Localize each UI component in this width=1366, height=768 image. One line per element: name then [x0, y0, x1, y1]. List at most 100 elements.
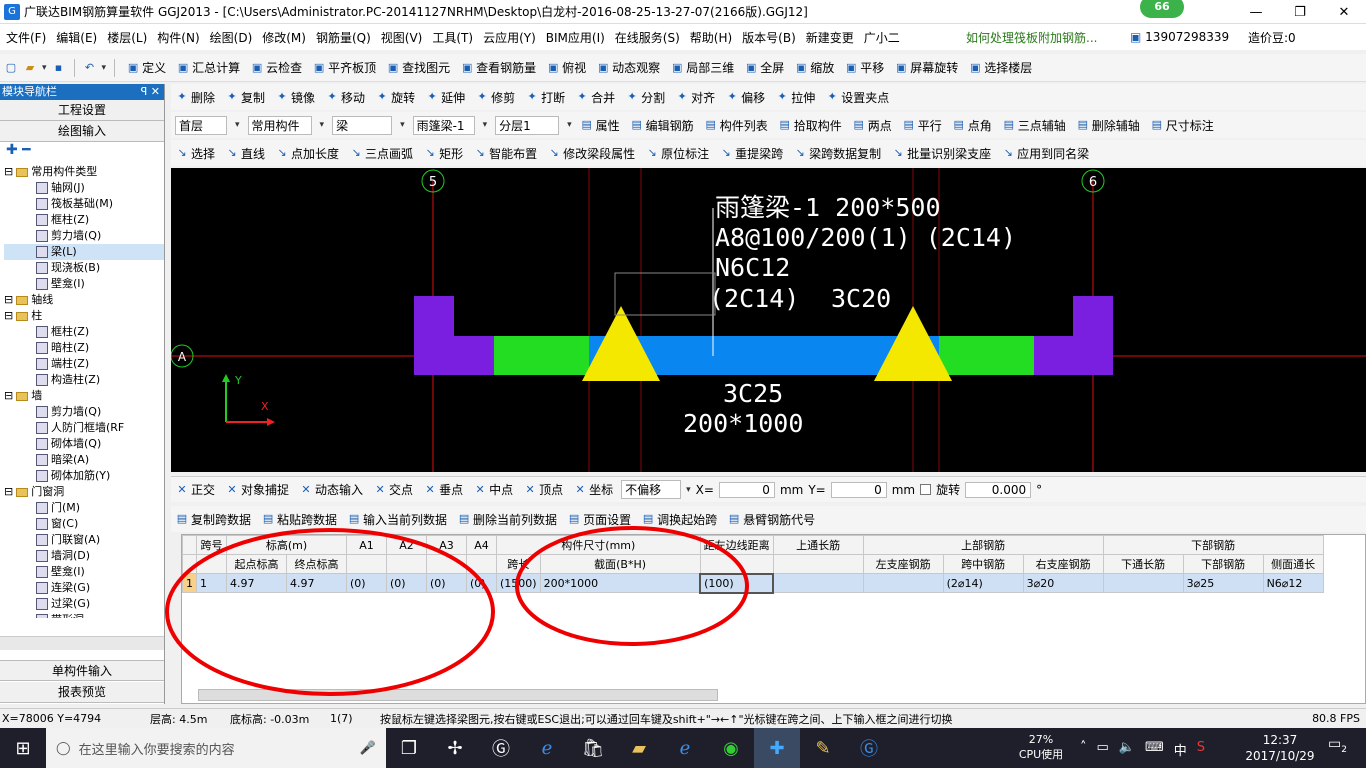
tablebar-button-6[interactable]: ▤ 悬臂钢筋代号	[727, 511, 815, 528]
tree-item[interactable]: 砌体加筋(Y)	[4, 468, 164, 484]
tree-item[interactable]: 砌体墙(Q)	[4, 436, 164, 452]
menu-item-11[interactable]: 在线服务(S)	[615, 29, 680, 46]
expand-icon[interactable]: ⊟	[4, 292, 13, 308]
tb2-button-12[interactable]: ✦ 拉伸	[775, 89, 816, 106]
tb3-button-0[interactable]: ▤ 属性	[580, 117, 619, 134]
store-icon[interactable]: 🛍	[570, 728, 616, 768]
tb2-button-11[interactable]: ✦ 偏移	[725, 89, 766, 106]
tb1-button-8[interactable]: ▣ 局部三维	[670, 59, 734, 76]
new-icon[interactable]: ▢	[4, 61, 18, 75]
tb4-button-11[interactable]: ↘ 应用到同名梁	[1001, 145, 1090, 162]
table-cell[interactable]	[772, 573, 864, 593]
offset-select[interactable]: 不偏移	[621, 480, 682, 499]
menu-item-7[interactable]: 视图(V)	[381, 29, 423, 46]
tb1-button-2[interactable]: ▣ 云检查	[250, 59, 302, 76]
notes-icon[interactable]: ✎	[800, 728, 846, 768]
taskbar-search[interactable]: ◯ 在这里输入你要搜索的内容 🎤	[46, 728, 386, 768]
tb4-button-7[interactable]: ↘ 原位标注	[645, 145, 710, 162]
tablebar-button-5[interactable]: ▤ 调换起始跨	[641, 511, 717, 528]
maximize-button[interactable]: ❐	[1278, 5, 1322, 20]
tree-item[interactable]: 暗柱(Z)	[4, 340, 164, 356]
tree-item[interactable]: 暗梁(A)	[4, 452, 164, 468]
explorer-icon[interactable]: ▰	[616, 728, 662, 768]
tb2-button-1[interactable]: ✦ 复制	[225, 89, 265, 106]
tb1-button-9[interactable]: ▣ 全屏	[744, 59, 784, 76]
menu-item-6[interactable]: 钢筋量(Q)	[316, 29, 371, 46]
drawing-svg[interactable]: 5 6 A 雨篷梁-1 200*500 A8@100/200(1) (2C14)…	[170, 168, 1366, 472]
tray-chevron-icon[interactable]: ˄	[1080, 740, 1087, 759]
glodon-g-icon[interactable]: Ⓖ	[846, 728, 892, 768]
drawing-canvas[interactable]: 5 6 A 雨篷梁-1 200*500 A8@100/200(1) (2C14)…	[170, 168, 1366, 472]
tb1-button-5[interactable]: ▣ 查看钢筋量	[460, 59, 536, 76]
menu-item-9[interactable]: 云应用(Y)	[483, 29, 536, 46]
tree-item[interactable]: 连梁(G)	[4, 580, 164, 596]
notification-center[interactable]: ▭2	[1328, 736, 1347, 755]
menu-item-4[interactable]: 绘图(D)	[210, 29, 253, 46]
x-input[interactable]: 0	[718, 481, 775, 498]
tb2-button-7[interactable]: ✦ 打断	[525, 89, 566, 106]
snap-button-6[interactable]: ✕ 顶点	[523, 481, 563, 498]
tb1-button-3[interactable]: ▣ 平齐板顶	[312, 59, 376, 76]
y-input[interactable]: 0	[830, 481, 887, 498]
tablebar-button-2[interactable]: ▤ 输入当前列数据	[347, 511, 447, 528]
tb2-button-10[interactable]: ✦ 对齐	[675, 89, 716, 106]
wall-left[interactable]	[414, 296, 494, 375]
expand-icon[interactable]: ⊟	[4, 308, 13, 324]
table-cell[interactable]: 4.97	[226, 573, 287, 593]
tb1-button-4[interactable]: ▣ 查找图元	[386, 59, 450, 76]
table-cell[interactable]: (0)	[386, 573, 427, 593]
tb2-button-4[interactable]: ✦ 旋转	[375, 89, 415, 106]
tb3-button-8[interactable]: ▤ 删除辅轴	[1076, 117, 1140, 134]
tb4-button-1[interactable]: ↘ 直线	[225, 145, 265, 162]
wall-right[interactable]	[1034, 296, 1113, 375]
bottom-bar-annotation[interactable]: 3C25	[723, 379, 783, 408]
tb3-button-9[interactable]: ▤ 尺寸标注	[1150, 117, 1214, 134]
tb3-button-3[interactable]: ▤ 拾取构件	[778, 117, 842, 134]
tree-item[interactable]: 构造柱(Z)	[4, 372, 164, 388]
table-cell[interactable]: (0)	[466, 573, 497, 593]
tb2-button-6[interactable]: ✦ 修剪	[475, 89, 515, 106]
tree-item[interactable]: 轴网(J)	[4, 180, 164, 196]
tb1-button-0[interactable]: ▣ 定义	[126, 59, 166, 76]
table-cell[interactable]	[1102, 573, 1184, 593]
undo-icon[interactable]: ↶	[83, 61, 97, 75]
tablebar-button-3[interactable]: ▤ 删除当前列数据	[457, 511, 557, 528]
table-cell[interactable]: (1500)	[496, 573, 541, 593]
tb4-button-8[interactable]: ↘ 重提梁跨	[719, 145, 784, 162]
glodon-active-icon[interactable]: ✚	[754, 728, 800, 768]
tree-item[interactable]: 墙洞(D)	[4, 548, 164, 564]
tree-group[interactable]: ⊟ 墙	[4, 388, 164, 404]
tb3-button-5[interactable]: ▤ 平行	[902, 117, 942, 134]
tb4-button-9[interactable]: ↘ 梁跨数据复制	[793, 145, 882, 162]
menu-item-14[interactable]: 新建变更	[806, 29, 854, 46]
table-cell[interactable]: (0)	[426, 573, 467, 593]
single-component-input-button[interactable]: 单构件输入	[0, 660, 164, 681]
tb1-button-13[interactable]: ▣ 选择楼层	[968, 59, 1032, 76]
menu-item-0[interactable]: 文件(F)	[6, 29, 46, 46]
beam-green-right[interactable]	[939, 336, 1034, 375]
tree-group[interactable]: ⊟ 柱	[4, 308, 164, 324]
table-cell[interactable]: 4.97	[286, 573, 347, 593]
mic-icon[interactable]: 🎤	[360, 741, 376, 756]
tree-item[interactable]: 框柱(Z)	[4, 324, 164, 340]
tb4-button-5[interactable]: ↘ 智能布置	[473, 145, 537, 162]
type-select[interactable]: 梁	[332, 115, 393, 135]
pin-icon[interactable]: ꟼ ✕	[141, 84, 164, 100]
windows-start-icon[interactable]: ⊞	[0, 728, 46, 768]
expand-collapse-icons[interactable]: ✚ ━	[0, 142, 164, 164]
layer-select[interactable]: 分层1	[495, 115, 560, 135]
drawing-input-button[interactable]: 绘图输入	[0, 121, 164, 142]
rotate-checkbox[interactable]	[920, 484, 932, 495]
tree-item[interactable]: 剪力墙(Q)	[4, 228, 164, 244]
top-bar-annotation[interactable]: (2C14)	[709, 284, 799, 313]
tb3-button-6[interactable]: ▤ 点角	[952, 117, 992, 134]
menu-item-10[interactable]: BIM应用(I)	[546, 29, 605, 46]
table-cell[interactable]: (2⌀14)	[942, 573, 1024, 593]
table-cell[interactable]: (0)	[346, 573, 387, 593]
tb3-button-7[interactable]: ▤ 三点辅轴	[1002, 117, 1066, 134]
tb1-button-11[interactable]: ▣ 平移	[844, 59, 884, 76]
table-cell[interactable]	[862, 573, 944, 593]
table-row[interactable]: 1 1 4.97 4.97 (0) (0) (0) (0) (1500) 200*1000 (100…	[182, 572, 1324, 594]
close-button[interactable]: ✕	[1322, 5, 1366, 20]
tb3-button-4[interactable]: ▤ 两点	[852, 117, 892, 134]
